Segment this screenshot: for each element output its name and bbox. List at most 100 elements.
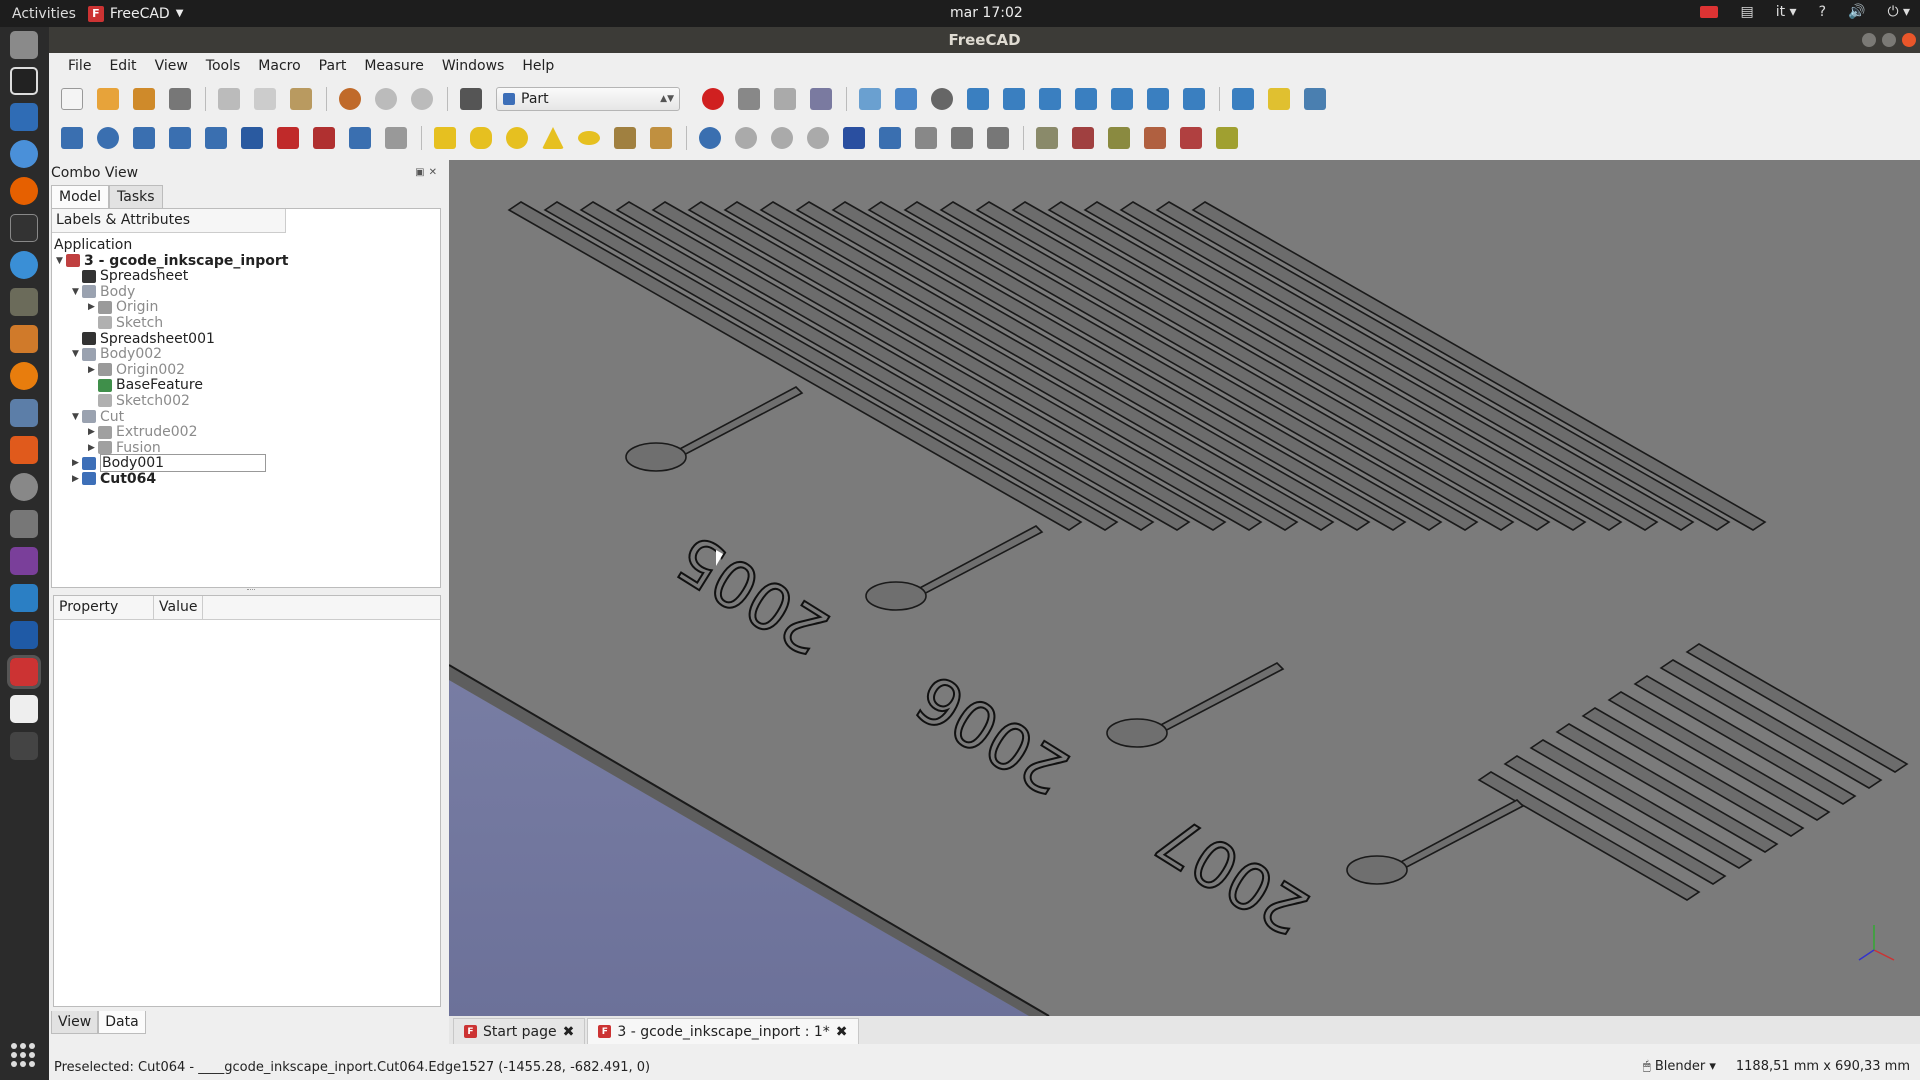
cone-icon[interactable]: [542, 127, 564, 149]
chromium-icon[interactable]: [10, 140, 38, 168]
close-window-button[interactable]: [1902, 33, 1916, 47]
librecad-icon[interactable]: [10, 325, 38, 353]
expanded-arrow-icon[interactable]: ▼: [72, 349, 82, 359]
boolean-intersection-icon[interactable]: [807, 127, 829, 149]
keyboard-layout[interactable]: it ▾: [1776, 4, 1797, 20]
refresh-icon[interactable]: [411, 88, 433, 110]
close-tab-icon[interactable]: ✖: [563, 1024, 575, 1040]
collapsed-arrow-icon[interactable]: ▶: [88, 427, 98, 437]
measure-distance-icon[interactable]: [1232, 88, 1254, 110]
property-column-header[interactable]: Property: [54, 596, 154, 619]
collapsed-arrow-icon[interactable]: ▶: [88, 365, 98, 375]
draw-style-icon[interactable]: [931, 88, 953, 110]
new-document-icon[interactable]: [61, 88, 83, 110]
virtualbox-icon[interactable]: [10, 621, 38, 649]
projection-icon[interactable]: [1216, 127, 1238, 149]
collapsed-arrow-icon[interactable]: ▶: [72, 474, 82, 484]
menu-part[interactable]: Part: [310, 58, 356, 74]
macro-run-icon[interactable]: [810, 88, 832, 110]
value-column-header[interactable]: Value: [154, 596, 204, 619]
tab-tasks[interactable]: Tasks: [109, 185, 163, 208]
screen-record-icon[interactable]: [1700, 6, 1719, 18]
cut-icon[interactable]: [218, 88, 240, 110]
navigation-style-selector[interactable]: 🖱 Blender ▾: [1643, 1059, 1716, 1074]
tree-item[interactable]: ▶ Cut064: [72, 469, 156, 488]
save-icon[interactable]: [133, 88, 155, 110]
cylinder-icon[interactable]: [470, 127, 492, 149]
menu-file[interactable]: File: [59, 58, 100, 74]
color-per-face-icon[interactable]: [1144, 127, 1166, 149]
tab-document[interactable]: F 3 - gcode_inkscape_inport : 1* ✖: [587, 1018, 859, 1044]
expanded-arrow-icon[interactable]: ▼: [56, 256, 66, 266]
tab-view[interactable]: View: [51, 1011, 99, 1034]
activities-button[interactable]: Activities: [0, 6, 88, 22]
menu-tools[interactable]: Tools: [197, 58, 250, 74]
section-icon[interactable]: [385, 127, 407, 149]
help-icon[interactable]: ?: [1819, 4, 1826, 20]
gimp-icon[interactable]: [10, 288, 38, 316]
sphere-icon[interactable]: [506, 127, 528, 149]
refine-shape-icon[interactable]: [1180, 127, 1202, 149]
menu-windows[interactable]: Windows: [433, 58, 514, 74]
create-part-icon[interactable]: [1268, 88, 1290, 110]
menu-help[interactable]: Help: [513, 58, 563, 74]
power-menu-icon[interactable]: ⏻ ▾: [1887, 4, 1910, 20]
open-icon[interactable]: [97, 88, 119, 110]
top-view-icon[interactable]: [1039, 88, 1061, 110]
cross-sections-icon[interactable]: [987, 127, 1009, 149]
tab-model[interactable]: Model: [51, 185, 110, 208]
workbench-selector[interactable]: Part ▲▼: [496, 87, 680, 111]
tab-start-page[interactable]: F Start page ✖: [453, 1018, 586, 1044]
create-group-icon[interactable]: [1304, 88, 1326, 110]
primitives-icon[interactable]: [650, 127, 672, 149]
float-panel-icon[interactable]: ▣: [415, 167, 424, 178]
macro-stop-icon[interactable]: [738, 88, 760, 110]
boolean-cut-icon[interactable]: [735, 127, 757, 149]
close-panel-icon[interactable]: ✕: [429, 167, 437, 178]
maximize-button[interactable]: [1882, 33, 1896, 47]
extrude-icon[interactable]: [61, 127, 83, 149]
clock[interactable]: mar 17:02: [950, 5, 1023, 21]
isometric-view-icon[interactable]: [967, 88, 989, 110]
inkscape-icon[interactable]: [10, 67, 38, 95]
print-icon[interactable]: [169, 88, 191, 110]
text-editor-icon[interactable]: [10, 103, 38, 131]
tube-icon[interactable]: [614, 127, 636, 149]
files-icon[interactable]: [10, 31, 38, 59]
mirror-icon[interactable]: [133, 127, 155, 149]
app-menu[interactable]: F FreeCAD ▼: [87, 5, 183, 22]
rear-view-icon[interactable]: [1111, 88, 1133, 110]
collapsed-arrow-icon[interactable]: ▶: [88, 302, 98, 312]
expanded-arrow-icon[interactable]: ▼: [72, 287, 82, 297]
macro-edit-icon[interactable]: [774, 88, 796, 110]
make-face-icon[interactable]: [241, 127, 263, 149]
shape-builder-icon[interactable]: [951, 127, 973, 149]
volume-icon[interactable]: 🔊: [1848, 4, 1865, 20]
media-icon[interactable]: [10, 547, 38, 575]
collapsed-arrow-icon[interactable]: ▶: [88, 443, 98, 453]
software-center-icon[interactable]: [10, 436, 38, 464]
whats-this-icon[interactable]: [460, 88, 482, 110]
splitter-handle[interactable]: [247, 589, 255, 592]
3d-viewport[interactable]: 2005 2006 2007: [449, 160, 1920, 1016]
notes-icon[interactable]: [10, 695, 38, 723]
menu-edit[interactable]: Edit: [100, 58, 145, 74]
terminal-icon[interactable]: [10, 214, 38, 242]
minimize-button[interactable]: [1862, 33, 1876, 47]
attachment-icon[interactable]: [1108, 127, 1130, 149]
defeaturing-icon[interactable]: [1072, 127, 1094, 149]
tab-data[interactable]: Data: [98, 1011, 146, 1034]
menu-view[interactable]: View: [146, 58, 197, 74]
vscode-icon[interactable]: [10, 251, 38, 279]
expanded-arrow-icon[interactable]: ▼: [72, 412, 82, 422]
fit-all-icon[interactable]: [859, 88, 881, 110]
split-tools-icon[interactable]: [879, 127, 901, 149]
torus-icon[interactable]: [578, 131, 600, 145]
bottom-view-icon[interactable]: [1147, 88, 1169, 110]
close-tab-icon[interactable]: ✖: [836, 1024, 848, 1040]
collapsed-arrow-icon[interactable]: ▶: [72, 458, 82, 468]
firefox-icon[interactable]: [10, 177, 38, 205]
revolve-icon[interactable]: [97, 127, 119, 149]
sweep-icon[interactable]: [349, 127, 371, 149]
chamfer-icon[interactable]: [205, 127, 227, 149]
